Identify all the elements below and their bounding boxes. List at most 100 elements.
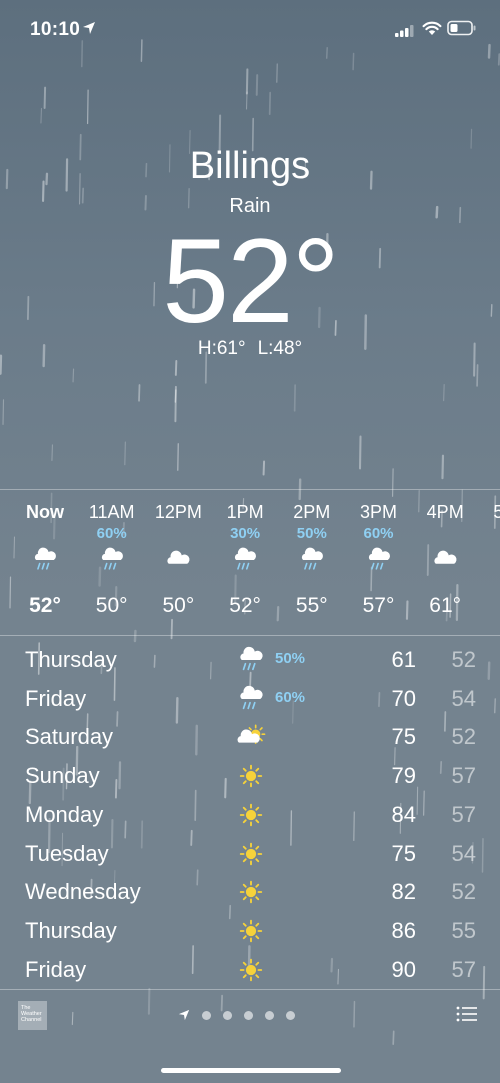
partly-cloudy-icon bbox=[235, 723, 269, 753]
sun-icon bbox=[235, 917, 269, 947]
bottom-bar: The Weather Channel bbox=[0, 990, 500, 1083]
battery-icon bbox=[447, 20, 476, 36]
hour-temperature: 52° bbox=[229, 594, 261, 617]
city-name: Billings bbox=[189, 145, 311, 187]
rain-cloud-icon bbox=[235, 685, 269, 715]
page-dot[interactable] bbox=[244, 1010, 253, 1020]
sun-icon bbox=[235, 762, 269, 792]
day-low: 57 bbox=[451, 763, 476, 789]
day-low: 52 bbox=[451, 647, 476, 672]
daily-row: Monday 84 57 bbox=[0, 797, 500, 835]
hour-label: 12PM bbox=[154, 502, 202, 522]
list-icon[interactable] bbox=[456, 1005, 478, 1023]
provider-name: The Weather Channel bbox=[21, 1005, 42, 1023]
day-precip-chance: 50% bbox=[275, 650, 306, 667]
day-high: 61 bbox=[391, 647, 416, 672]
daily-row: Friday 60% 70 54 bbox=[0, 681, 500, 719]
page-dot[interactable] bbox=[202, 1010, 211, 1020]
day-name: Friday bbox=[25, 956, 87, 982]
status-bar: 10:10 bbox=[0, 0, 500, 60]
daily-row: Sunday 79 57 bbox=[0, 758, 500, 796]
rain-cloud-icon bbox=[346, 546, 412, 574]
hour-temperature: 5 bbox=[479, 594, 500, 618]
hour-temperature: 55° bbox=[295, 594, 328, 617]
daily-row: Wednesday 82 52 bbox=[0, 874, 500, 912]
hour-label: 2PM bbox=[293, 502, 331, 522]
hour-precip-chance: 30% bbox=[230, 525, 261, 542]
hour-precip-chance: 60% bbox=[363, 525, 394, 542]
day-low: 57 bbox=[451, 801, 476, 827]
daily-row: Saturday 75 52 bbox=[0, 719, 500, 757]
hourly-forecast[interactable]: Now 52° 11AM 60% 50° 12PM 50° 1PM 30% 52° 2PM 50% 55… bbox=[0, 490, 500, 635]
hour-label: 5PM bbox=[493, 502, 500, 522]
home-indicator[interactable] bbox=[161, 1068, 341, 1073]
daily-row: Friday 90 57 bbox=[0, 952, 500, 990]
hour-label: 3PM bbox=[359, 502, 397, 522]
day-high: 86 bbox=[391, 917, 416, 943]
weather-channel-logo[interactable]: The Weather Channel bbox=[18, 1001, 47, 1030]
hour-label: 11AM bbox=[88, 502, 135, 522]
sun-icon bbox=[235, 801, 269, 831]
day-high: 70 bbox=[391, 685, 416, 711]
day-name: Thursday bbox=[25, 647, 117, 672]
day-high: 84 bbox=[391, 801, 416, 827]
page-indicator[interactable] bbox=[178, 1009, 295, 1021]
rain-cloud-icon bbox=[279, 546, 345, 574]
day-name: Friday bbox=[25, 685, 87, 711]
status-time: 10:10 bbox=[30, 19, 81, 40]
wifi-icon bbox=[422, 21, 442, 35]
hour-precip-chance: 60% bbox=[96, 525, 127, 542]
rain-cloud-icon bbox=[212, 546, 278, 574]
current-temperature: 52° bbox=[162, 214, 339, 348]
sun-icon bbox=[235, 878, 269, 908]
cloud-icon bbox=[412, 546, 478, 574]
hour-label: 1PM bbox=[226, 502, 264, 522]
hour-temperature: 57° bbox=[362, 594, 395, 617]
daily-row: Tuesday 75 54 bbox=[0, 836, 500, 874]
day-high: 75 bbox=[391, 840, 416, 866]
location-arrow-icon bbox=[83, 22, 95, 34]
day-high: 82 bbox=[391, 879, 416, 905]
day-name: Wednesday bbox=[25, 879, 141, 905]
day-high: 75 bbox=[391, 724, 416, 750]
cellular-signal-icon bbox=[395, 25, 414, 37]
hour-precip-chance: 50% bbox=[296, 525, 327, 542]
hour-label: 4PM bbox=[426, 502, 464, 522]
day-name: Thursday bbox=[25, 917, 117, 943]
rain-cloud-icon bbox=[12, 546, 78, 574]
daily-row: Thursday 50% 61 52 bbox=[0, 642, 500, 680]
day-name: Sunday bbox=[25, 763, 100, 789]
divider-hourly bbox=[0, 635, 500, 636]
sun-icon bbox=[235, 956, 269, 986]
page-dot[interactable] bbox=[286, 1010, 295, 1020]
day-high: 79 bbox=[391, 763, 416, 789]
day-low: 52 bbox=[451, 724, 476, 750]
page-dot[interactable] bbox=[265, 1010, 274, 1020]
low-temperature: L:48° bbox=[257, 338, 303, 359]
day-precip-chance: 60% bbox=[275, 688, 306, 706]
hour-temperature: 50° bbox=[162, 594, 195, 617]
hour-label: Now bbox=[26, 502, 64, 522]
cloud-icon bbox=[145, 546, 211, 574]
sun-icon bbox=[235, 840, 269, 870]
page-dot[interactable] bbox=[223, 1010, 232, 1020]
hour-temperature: 61° bbox=[429, 594, 462, 617]
day-low: 52 bbox=[451, 879, 476, 905]
day-low: 55 bbox=[451, 917, 476, 943]
high-low: H:61° L:48° bbox=[0, 338, 500, 360]
high-temperature: H:61° bbox=[197, 338, 246, 359]
daily-row: Thursday 86 55 bbox=[0, 913, 500, 951]
day-low: 54 bbox=[451, 685, 476, 711]
hour-temperature: 50° bbox=[95, 594, 128, 617]
day-high: 90 bbox=[391, 956, 416, 982]
current-location-page-icon[interactable] bbox=[178, 1009, 190, 1021]
rain-cloud-icon bbox=[79, 546, 145, 574]
hour-temperature: 52° bbox=[29, 594, 61, 617]
rain-cloud-icon bbox=[235, 646, 269, 676]
day-low: 54 bbox=[451, 840, 476, 866]
day-name: Saturday bbox=[25, 724, 114, 750]
day-name: Tuesday bbox=[25, 840, 109, 866]
cloud-icon bbox=[479, 546, 500, 574]
day-low: 57 bbox=[451, 956, 476, 982]
day-name: Monday bbox=[25, 801, 104, 827]
